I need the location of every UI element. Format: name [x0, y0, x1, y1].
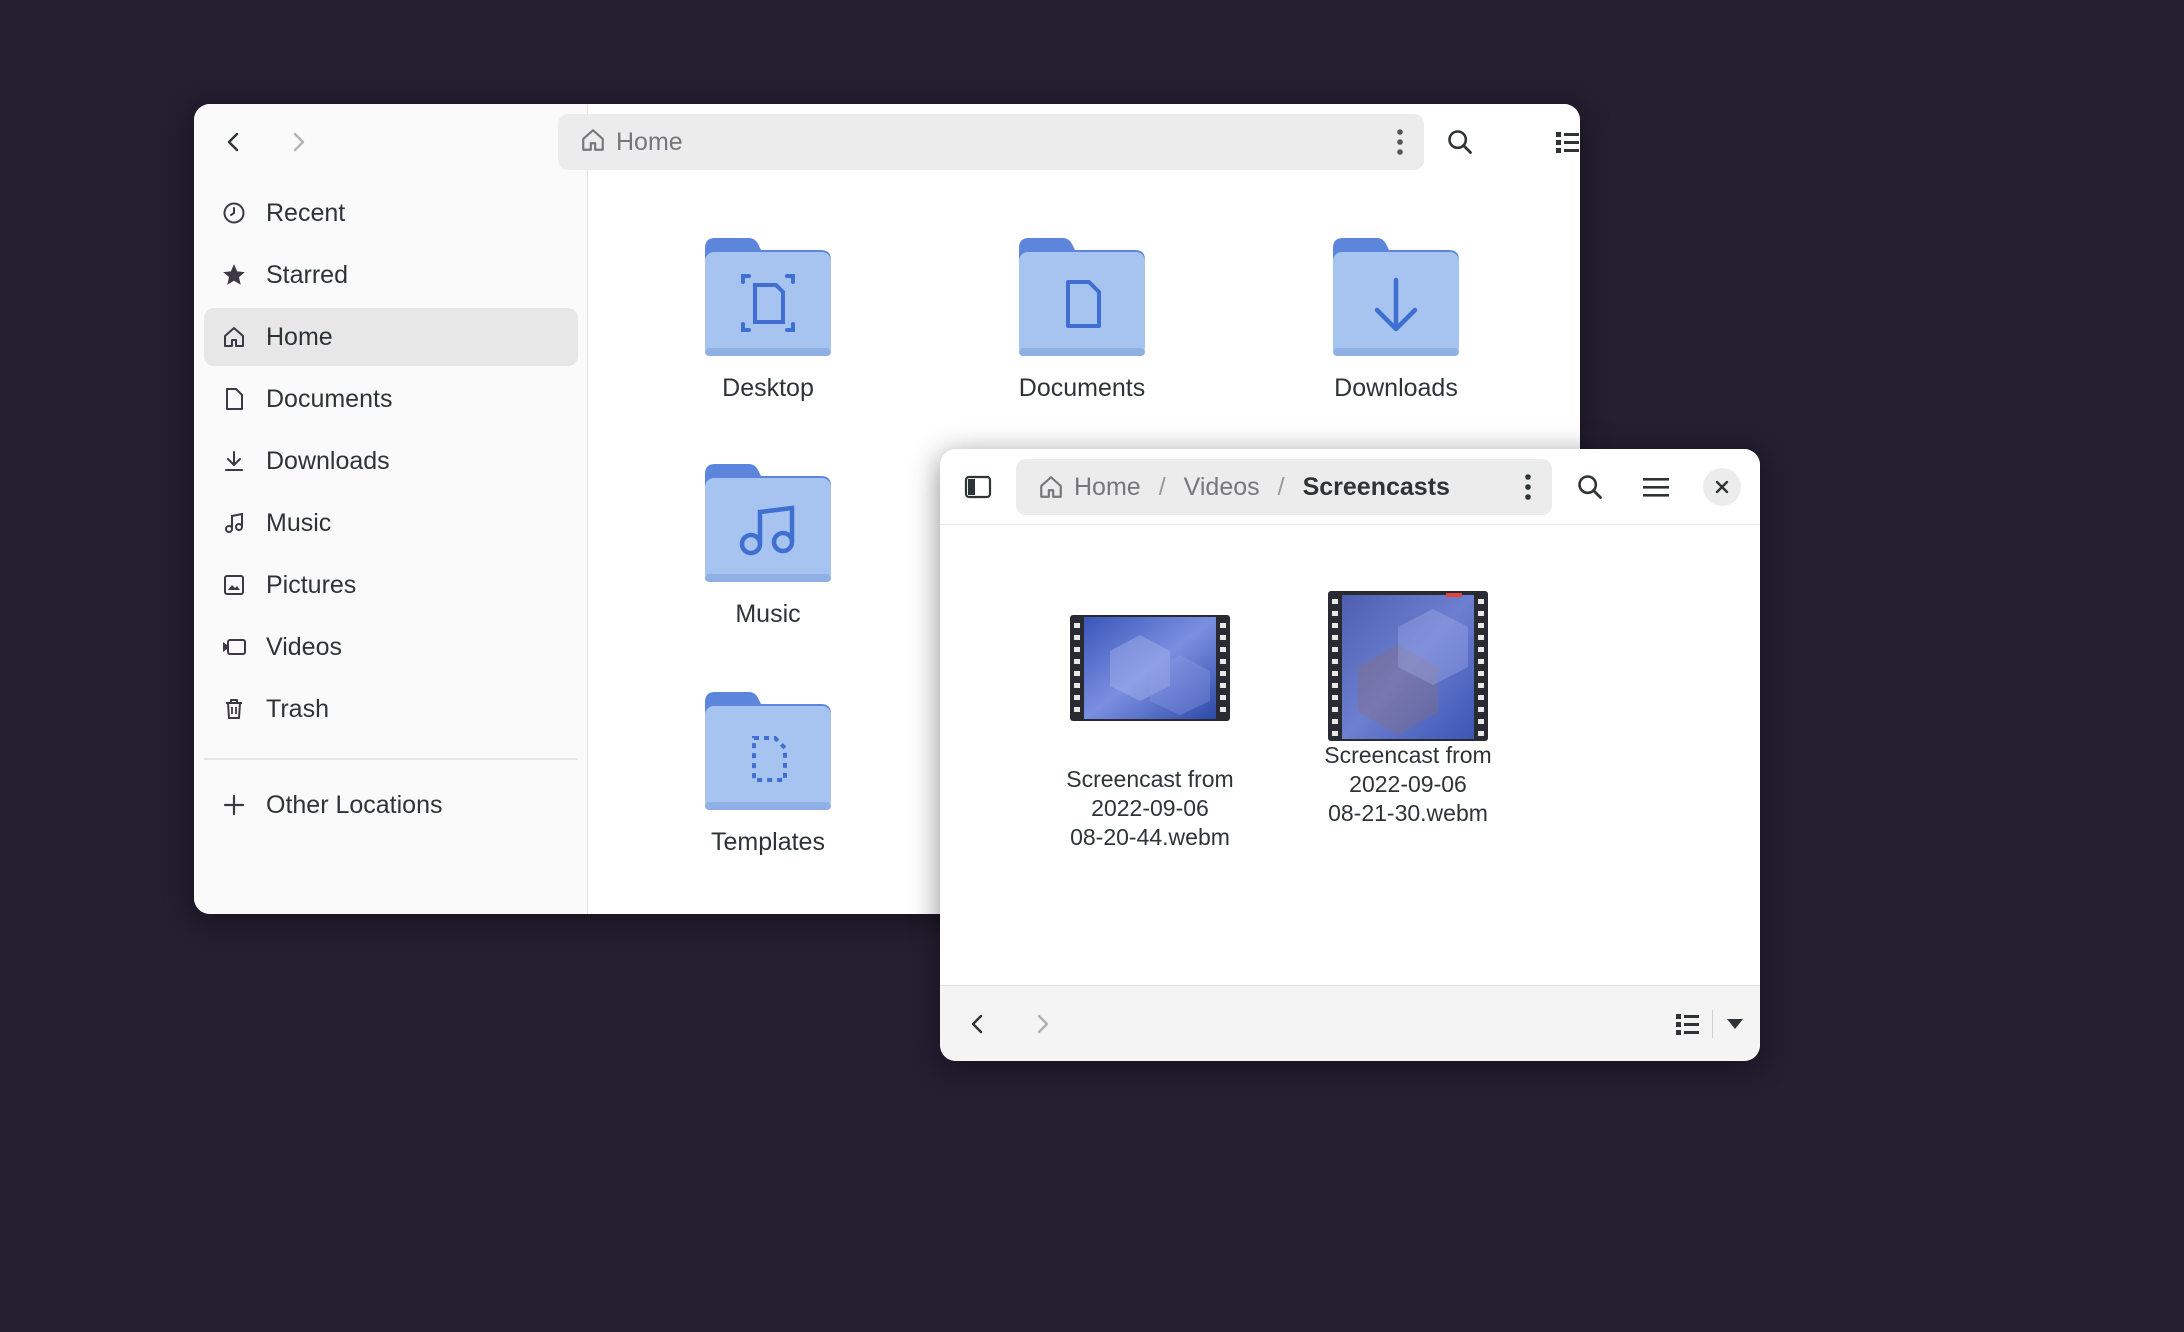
- sidebar: Recent Starred Home Documents Downloads …: [194, 104, 588, 914]
- folder-downloads[interactable]: Downloads: [1271, 230, 1521, 403]
- files-window-screencasts: Home / Videos / Screencasts Screencast f…: [940, 449, 1760, 1061]
- toggle-sidebar-button[interactable]: [960, 469, 996, 505]
- folder-label: Music: [735, 600, 801, 628]
- video-icon: [218, 635, 250, 659]
- search-button[interactable]: [1442, 124, 1478, 160]
- sidebar-item-starred[interactable]: Starred: [204, 246, 578, 304]
- location-bar[interactable]: Home / Videos / Screencasts: [1016, 459, 1552, 515]
- video-thumbnail: [1070, 615, 1230, 721]
- folder-label: Desktop: [722, 374, 814, 402]
- folder-templates[interactable]: Templates: [643, 684, 893, 857]
- document-icon: [218, 387, 250, 411]
- home-icon: [218, 325, 250, 349]
- kebab-menu-icon[interactable]: [1524, 473, 1532, 506]
- sidebar-item-label: Home: [266, 322, 333, 351]
- breadcrumb-separator: /: [1158, 472, 1166, 501]
- search-button[interactable]: [1572, 469, 1608, 505]
- main-menu-button[interactable]: [1638, 469, 1674, 505]
- download-icon: [218, 449, 250, 473]
- sidebar-item-label: Other Locations: [266, 790, 443, 819]
- sidebar-item-label: Recent: [266, 198, 346, 227]
- view-list-button[interactable]: [1550, 124, 1580, 160]
- breadcrumb-separator: /: [1277, 472, 1285, 501]
- sidebar-item-music[interactable]: Music: [204, 494, 578, 552]
- close-icon: [1715, 480, 1729, 494]
- file-item[interactable]: Screencast from 2022-09-06 08-21-30.webm: [1278, 567, 1538, 828]
- picture-icon: [218, 573, 250, 597]
- sidebar-item-videos[interactable]: Videos: [204, 618, 578, 676]
- sidebar-item-label: Documents: [266, 384, 393, 413]
- folder-desktop[interactable]: Desktop: [643, 230, 893, 403]
- chevron-right-icon: [293, 132, 305, 152]
- sidebar-item-downloads[interactable]: Downloads: [204, 432, 578, 490]
- folder-icon: [1333, 238, 1459, 356]
- view-list-button[interactable]: [1670, 1006, 1706, 1042]
- sidebar-item-label: Downloads: [266, 446, 390, 475]
- folder-music[interactable]: Music: [643, 456, 893, 629]
- folder-label: Templates: [711, 828, 825, 856]
- folder-icon: [705, 238, 831, 356]
- sidebar-item-recent[interactable]: Recent: [204, 184, 578, 242]
- sidebar-divider: [204, 758, 578, 760]
- search-icon: [1448, 130, 1472, 154]
- sidebar-header: [194, 104, 588, 180]
- list-view-icon: [1556, 132, 1579, 153]
- list-view-icon: [1676, 1014, 1699, 1035]
- bottom-toolbar: [940, 985, 1760, 1061]
- chevron-left-icon: [971, 1014, 983, 1034]
- sidebar-toggle-icon: [964, 475, 992, 499]
- headerbar: Home / Videos / Screencasts: [940, 449, 1760, 525]
- folder-label: Downloads: [1334, 374, 1458, 402]
- close-button[interactable]: [1703, 468, 1741, 506]
- breadcrumb-screencasts[interactable]: Screencasts: [1303, 473, 1450, 502]
- chevron-left-icon: [227, 132, 239, 152]
- sidebar-item-documents[interactable]: Documents: [204, 370, 578, 428]
- sidebar-item-home[interactable]: Home: [204, 308, 578, 366]
- sidebar-item-label: Music: [266, 508, 332, 537]
- breadcrumb-videos[interactable]: Videos: [1184, 473, 1260, 502]
- video-thumbnail: [1328, 591, 1488, 741]
- location-bar[interactable]: Home: [558, 114, 1424, 170]
- file-name: Screencast from 2022-09-06 08-20-44.webm: [1066, 766, 1234, 850]
- sidebar-item-pictures[interactable]: Pictures: [204, 556, 578, 614]
- kebab-menu-icon[interactable]: [1396, 128, 1404, 161]
- trash-icon: [218, 697, 250, 721]
- folder-icon: [705, 692, 831, 810]
- breadcrumb-home[interactable]: Home: [616, 128, 683, 157]
- hamburger-menu-icon: [1643, 478, 1669, 497]
- sidebar-places: Recent Starred Home Documents Downloads …: [204, 180, 578, 834]
- star-icon: [218, 262, 250, 288]
- sidebar-item-label: Starred: [266, 260, 348, 289]
- music-icon: [218, 511, 250, 535]
- caret-down-icon: [1727, 1019, 1743, 1029]
- search-icon: [1578, 475, 1602, 499]
- folder-icon: [1019, 238, 1145, 356]
- chevron-right-icon: [1037, 1014, 1049, 1034]
- back-button[interactable]: [960, 1006, 996, 1042]
- folder-icon: [705, 464, 831, 582]
- back-button[interactable]: [216, 124, 252, 160]
- view-options-button[interactable]: [1720, 1010, 1750, 1038]
- home-icon: [580, 127, 606, 158]
- home-icon: [1038, 474, 1064, 500]
- headerbar: Home: [558, 104, 1580, 180]
- sidebar-item-label: Videos: [266, 632, 342, 661]
- forward-button[interactable]: [280, 124, 316, 160]
- toolbar-separator: [1712, 1010, 1713, 1038]
- sidebar-item-label: Trash: [266, 694, 329, 723]
- sidebar-item-label: Pictures: [266, 570, 357, 599]
- sidebar-item-trash[interactable]: Trash: [204, 680, 578, 738]
- forward-button[interactable]: [1024, 1006, 1060, 1042]
- clock-icon: [218, 201, 250, 225]
- plus-icon: [218, 793, 250, 817]
- folder-documents[interactable]: Documents: [957, 230, 1207, 403]
- file-name: Screencast from 2022-09-06 08-21-30.webm: [1324, 742, 1492, 826]
- sidebar-item-other-locations[interactable]: Other Locations: [204, 776, 578, 834]
- file-item[interactable]: Screencast from 2022-09-06 08-20-44.webm: [1020, 591, 1280, 852]
- folder-label: Documents: [1018, 374, 1146, 402]
- breadcrumb-home[interactable]: Home: [1074, 473, 1141, 502]
